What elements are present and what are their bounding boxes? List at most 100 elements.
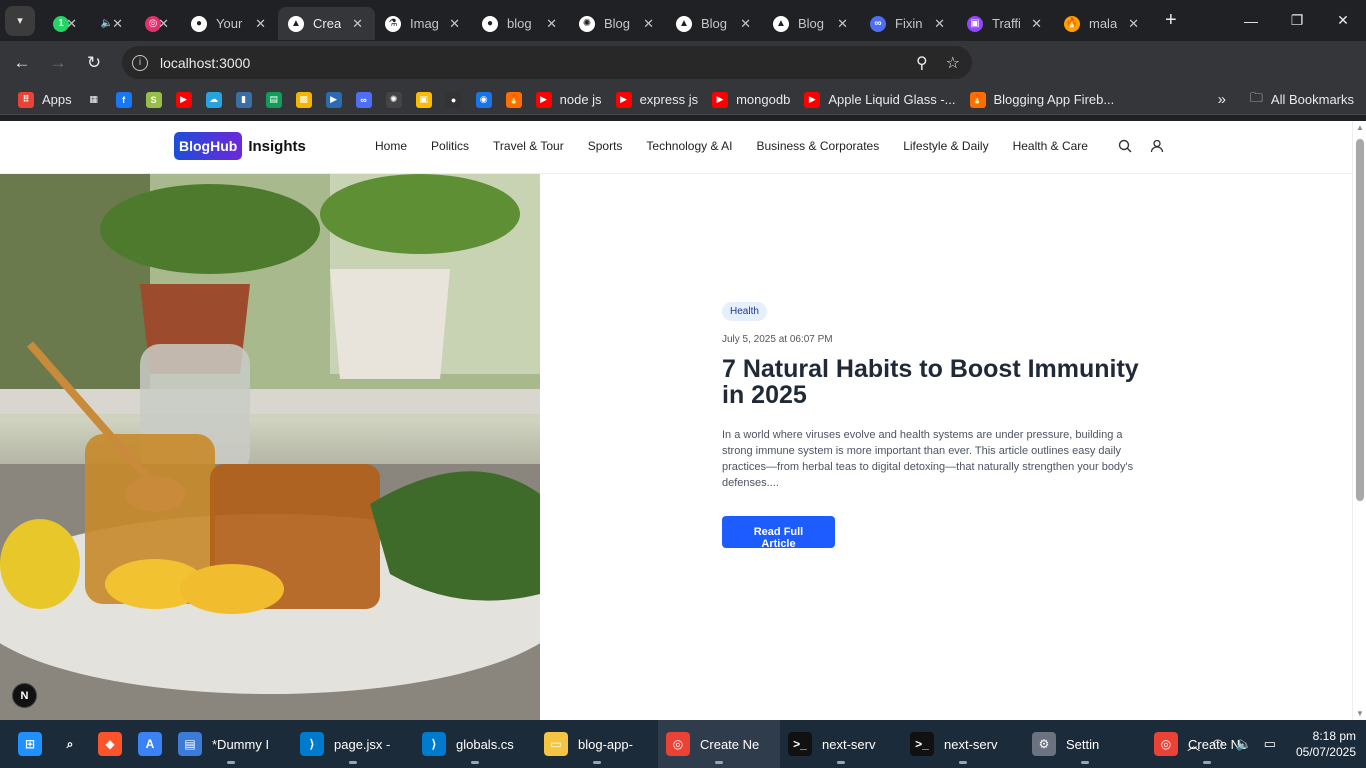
bookmark-item[interactable]: ▶ express js [615, 91, 698, 108]
user-icon[interactable] [1150, 139, 1164, 158]
new-tab-button[interactable]: + [1165, 9, 1177, 32]
nav-link[interactable]: Technology & AI [646, 139, 732, 153]
nav-link[interactable]: Sports [588, 139, 623, 153]
taskbar-item[interactable]: ⟩ globals.cs [414, 720, 536, 768]
volume-icon[interactable]: 🔈 [1235, 736, 1251, 752]
bookmark-item[interactable]: ☁ [205, 91, 222, 108]
bookmark-item[interactable]: ▶ node js [535, 91, 602, 108]
reload-button[interactable]: ↻ [76, 53, 112, 73]
bookmark-item[interactable]: ▶ [325, 91, 342, 108]
nav-link[interactable]: Home [375, 139, 407, 153]
browser-tab[interactable]: 1 ✕ [43, 7, 89, 40]
battery-icon[interactable]: ▭ [1264, 736, 1276, 752]
nav-link[interactable]: Business & Corporates [756, 139, 879, 153]
close-tab-icon[interactable]: ✕ [352, 16, 363, 32]
bookmark-item[interactable]: ∞ [355, 91, 372, 108]
browser-tab[interactable]: ▲ Blog ✕ [763, 7, 860, 40]
close-tab-icon[interactable]: ✕ [837, 16, 848, 32]
site-info-icon[interactable]: i [132, 54, 148, 71]
bookmark-item[interactable]: ▩ [295, 91, 312, 108]
clock[interactable]: 8:18 pm 05/07/2025 [1296, 728, 1356, 760]
forward-button[interactable]: → [40, 53, 76, 73]
search-icon[interactable] [1118, 139, 1132, 158]
taskbar-item[interactable]: ⟩ page.jsx - [292, 720, 414, 768]
bookmark-item[interactable]: f [115, 91, 132, 108]
bookmark-star-icon[interactable]: ☆ [946, 53, 960, 73]
category-badge[interactable]: Health [722, 302, 767, 321]
bookmark-item[interactable]: ▶ Apple Liquid Glass -... [804, 91, 956, 108]
close-tab-icon[interactable]: ✕ [112, 16, 123, 32]
close-tab-icon[interactable]: ✕ [449, 16, 460, 32]
scroll-down-arrow-icon[interactable]: ▼ [1356, 709, 1364, 718]
bookmark-item[interactable]: ● [445, 91, 462, 108]
bookmarks-list: ⠿ Apps ▦ f S ▶ ☁ ▮ ▤ ▩ ▶ ∞ ✺ ▣ ● ◉ 🔥 ▶ node js ▶ express js ▶… [18, 91, 1128, 108]
back-button[interactable]: ← [4, 53, 40, 73]
browser-tab[interactable]: 🔈 ✕ [89, 7, 135, 40]
page-scrollbar[interactable]: ▲ ▼ [1352, 121, 1366, 720]
nav-link[interactable]: Lifestyle & Daily [903, 139, 988, 153]
browser-tab[interactable]: ◎ ✕ [135, 7, 181, 40]
bookmark-item[interactable]: ✺ [385, 91, 402, 108]
browser-tab[interactable]: ▲ Blog ✕ [666, 7, 763, 40]
more-bookmarks-icon[interactable]: » [1218, 91, 1226, 108]
zoom-icon[interactable]: ⚲ [916, 53, 928, 73]
bookmark-item[interactable]: 🔥 Blogging App Fireb... [969, 91, 1114, 108]
nav-link[interactable]: Health & Care [1013, 139, 1088, 153]
bookmark-item[interactable]: ▦ [85, 91, 102, 108]
nextjs-dev-badge[interactable]: N [12, 683, 37, 708]
close-tab-icon[interactable]: ✕ [643, 16, 654, 32]
taskbar-item[interactable]: ▭ blog-app- [536, 720, 658, 768]
bookmark-item[interactable]: ▤ [265, 91, 282, 108]
bookmark-item[interactable]: ▣ [415, 91, 432, 108]
taskbar-item[interactable]: ⊞ [10, 720, 50, 768]
nav-link[interactable]: Politics [431, 139, 469, 153]
bookmark-item[interactable]: ⠿ Apps [18, 91, 72, 108]
scrollbar-thumb[interactable] [1356, 139, 1364, 501]
read-full-article-button[interactable]: Read Full Article [722, 516, 835, 550]
address-bar[interactable]: i localhost:3000 ⚲ ☆ [122, 46, 972, 79]
terminal-icon: >_ [910, 732, 934, 756]
close-tab-icon[interactable]: ✕ [546, 16, 557, 32]
browser-tab[interactable]: ▲ Creat ✕ [278, 7, 375, 40]
nav-link[interactable]: Travel & Tour [493, 139, 564, 153]
taskbar-item[interactable]: ▤ *Dummy I [170, 720, 292, 768]
close-tab-icon[interactable]: ✕ [255, 16, 266, 32]
bookmark-item[interactable]: ▶ mongodb [712, 91, 790, 108]
site-logo[interactable]: BlogHub Insights [174, 132, 306, 160]
close-tab-icon[interactable]: ✕ [740, 16, 751, 32]
tab-search-button[interactable]: ▾ [5, 5, 35, 36]
taskbar-item[interactable]: >_ next-serv [780, 720, 902, 768]
bookmark-item[interactable]: ▶ [175, 91, 192, 108]
close-tab-icon[interactable]: ✕ [66, 16, 77, 32]
taskbar-item[interactable]: ◆ [90, 720, 130, 768]
taskbar-item[interactable]: ◎ Create Ne [658, 720, 780, 768]
bookmark-item[interactable]: ▮ [235, 91, 252, 108]
bookmark-item[interactable]: ◉ [475, 91, 492, 108]
minimize-button[interactable]: — [1228, 13, 1274, 29]
browser-tab[interactable]: ● blog ✕ [472, 7, 569, 40]
bookmark-item[interactable]: 🔥 [505, 91, 522, 108]
close-window-button[interactable]: ✕ [1320, 12, 1366, 29]
browser-tab[interactable]: ▣ Traffi ✕ [957, 7, 1054, 40]
bookmark-item[interactable]: S [145, 91, 162, 108]
browser-tab[interactable]: ∞ Fixin ✕ [860, 7, 957, 40]
wifi-icon[interactable]: ◠ [1212, 736, 1223, 752]
all-bookmarks-link[interactable]: All Bookmarks [1271, 92, 1354, 107]
browser-tab[interactable]: ⚗ Imag ✕ [375, 7, 472, 40]
article-title[interactable]: 7 Natural Habits to Boost Immunity in 20… [722, 356, 1162, 408]
taskbar-item[interactable]: >_ next-serv [902, 720, 1024, 768]
tray-overflow-icon[interactable]: ︿ [1187, 735, 1200, 754]
browser-tab[interactable]: 🔥 mala ✕ [1054, 7, 1151, 40]
scroll-up-arrow-icon[interactable]: ▲ [1356, 123, 1364, 132]
taskbar-item[interactable]: ⚙ Settin [1024, 720, 1146, 768]
browser-tab[interactable]: ● Your ✕ [181, 7, 278, 40]
restore-button[interactable]: ❐ [1274, 12, 1320, 29]
taskbar-label: next-serv [944, 736, 998, 752]
taskbar-item[interactable]: A [130, 720, 170, 768]
close-tab-icon[interactable]: ✕ [1128, 16, 1139, 32]
close-tab-icon[interactable]: ✕ [1031, 16, 1042, 32]
close-tab-icon[interactable]: ✕ [934, 16, 945, 32]
close-tab-icon[interactable]: ✕ [158, 16, 169, 32]
browser-tab[interactable]: ✺ Blog ✕ [569, 7, 666, 40]
taskbar-item[interactable]: ⌕ [50, 720, 90, 768]
